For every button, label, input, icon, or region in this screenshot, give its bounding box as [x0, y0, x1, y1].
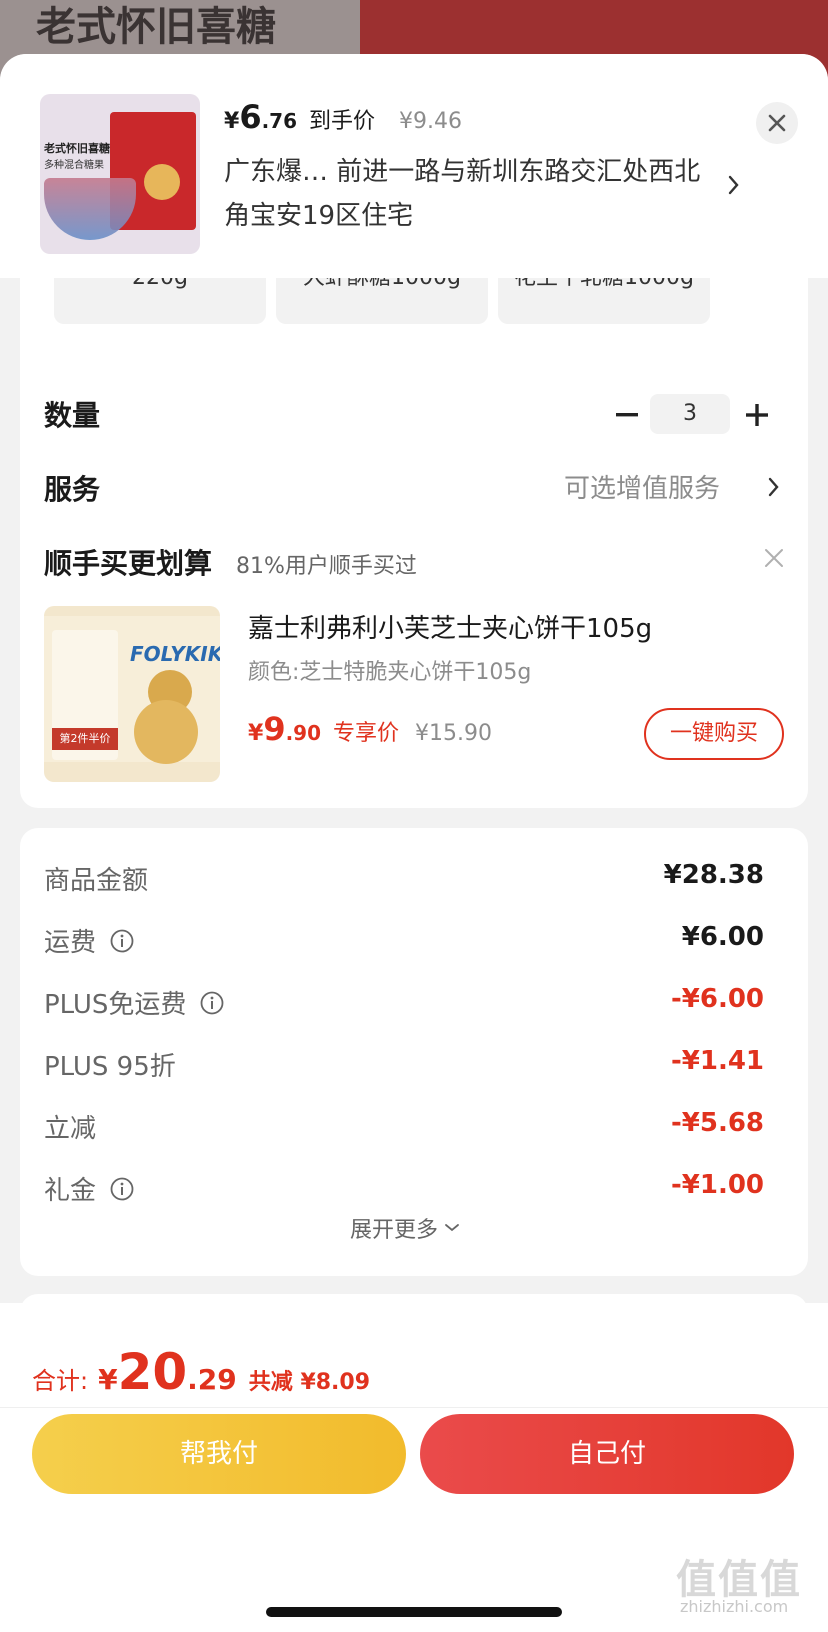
smiley-graphic: [144, 164, 180, 200]
upsell-subtitle: 81%用户顺手买过: [236, 554, 417, 579]
fee-breakdown-card: 商品金额 ¥28.38 运费 ¥6.00 PLUS免运费 -¥6.00 PLUS…: [20, 828, 808, 1276]
price-currency: ¥: [248, 721, 264, 746]
fee-label-text: PLUS免运费: [44, 990, 187, 1020]
total-label: 合计:: [32, 1367, 89, 1395]
minus-icon: [616, 413, 638, 417]
product-thumbnail: 老式怀旧喜糖 多种混合糖果: [40, 94, 200, 254]
fee-label-text: 运费: [44, 928, 97, 958]
price-decimal: .76: [261, 109, 298, 133]
upsell-product-image[interactable]: FOLYKIKI 第2件半价: [44, 606, 220, 782]
price-label: 到手价: [309, 109, 376, 134]
watermark-url: zhizhizhi.com: [680, 1597, 789, 1616]
fee-value: -¥1.41: [670, 1046, 764, 1076]
fee-label-text: 商品金额: [44, 866, 149, 896]
upsell-card: 顺手买更划算 81%用户顺手买过 FOLYKIKI 第2件半价 嘉士利弗利小芙芝…: [20, 512, 808, 808]
chevron-down-icon: [445, 1224, 459, 1232]
original-price: ¥9.46: [399, 109, 463, 134]
upsell-product-spec: 颜色:芝士特脆夹心饼干105g: [248, 660, 532, 685]
fee-label-text: 礼金: [44, 1176, 97, 1206]
quantity-decrement-button[interactable]: [612, 400, 642, 430]
price-integer: 9: [263, 710, 286, 748]
promo-tag: 第2件半价: [52, 728, 118, 750]
sheet-header: 老式怀旧喜糖 多种混合糖果 ¥ 6 .76 到手价 ¥9.46 广东爆… 前进一…: [0, 54, 828, 278]
home-indicator[interactable]: [266, 1607, 562, 1617]
fee-label: PLUS 95折: [44, 1046, 176, 1083]
close-icon: [768, 114, 786, 132]
service-selector[interactable]: 可选增值服务: [564, 468, 720, 505]
fee-row: 运费 ¥6.00: [44, 918, 764, 958]
plus-icon: [746, 404, 768, 426]
info-icon[interactable]: [200, 991, 224, 1015]
pay-myself-button[interactable]: 自己付: [420, 1414, 794, 1494]
fee-value: -¥6.00: [670, 984, 764, 1014]
thumb-subtitle: 多种混合糖果: [44, 160, 104, 171]
fee-row: PLUS 95折 -¥1.41: [44, 1042, 764, 1082]
fee-label: 礼金: [44, 1170, 134, 1207]
delivery-address[interactable]: 广东爆… 前进一路与新圳东路交汇处西北角宝安19区住宅: [224, 150, 704, 238]
price-label: 专享价: [333, 721, 400, 746]
background-title: 老式怀旧喜糖: [36, 4, 276, 50]
fee-value: ¥28.38: [663, 860, 764, 890]
total-currency: ¥: [98, 1363, 118, 1396]
help-me-pay-button[interactable]: 帮我付: [32, 1414, 406, 1494]
expand-more-label: 展开更多: [350, 1218, 439, 1243]
quantity-label: 数量: [44, 399, 101, 432]
fee-label: 运费: [44, 922, 134, 959]
chevron-right-icon[interactable]: [728, 174, 740, 196]
fee-label: 立减: [44, 1108, 96, 1145]
order-total: 合计: ¥ 20 .29 共减 ¥8.09: [32, 1343, 370, 1401]
close-icon[interactable]: [764, 548, 784, 568]
biscuit-graphic: [134, 700, 198, 764]
service-label: 服务: [44, 473, 101, 506]
options-card: 220g 大虾酥糖1000g 花生牛轧糖1000g 数量 3 服务 可选增值服务: [20, 254, 808, 546]
price-currency: ¥: [224, 109, 240, 134]
one-click-buy-button[interactable]: 一键购买: [644, 708, 784, 760]
fee-label-text: 立减: [44, 1114, 97, 1144]
upsell-title: 顺手买更划算: [44, 547, 213, 580]
info-icon[interactable]: [110, 929, 134, 953]
divider: [0, 1407, 828, 1408]
info-icon[interactable]: [110, 1177, 134, 1201]
brand-logo: FOLYKIKI: [130, 642, 220, 666]
fee-label-text: PLUS 95折: [44, 1052, 176, 1082]
final-price: ¥ 6 .76 到手价 ¥9.46: [224, 98, 462, 136]
chevron-right-icon[interactable]: [768, 476, 780, 498]
expand-more-button[interactable]: 展开更多: [350, 1212, 460, 1244]
total-integer: 20: [117, 1343, 188, 1401]
total-decimal: .29: [187, 1363, 237, 1396]
thumb-title: 老式怀旧喜糖: [44, 142, 110, 155]
close-button[interactable]: [756, 102, 798, 144]
fee-label: PLUS免运费: [44, 984, 224, 1021]
fee-label: 商品金额: [44, 860, 148, 897]
price-decimal: .90: [285, 721, 322, 745]
fee-row: PLUS免运费 -¥6.00: [44, 980, 764, 1020]
quantity-increment-button[interactable]: [742, 400, 772, 430]
fee-value: ¥6.00: [681, 922, 764, 952]
price-integer: 6: [239, 98, 262, 136]
total-saved: 共减 ¥8.09: [248, 1370, 371, 1395]
candy-bowl-graphic: [44, 178, 136, 240]
checkout-bottom-bar: 合计: ¥ 20 .29 共减 ¥8.09 帮我付 自己付 值值值 zhizhi…: [0, 1303, 828, 1632]
fee-value: -¥1.00: [670, 1170, 764, 1200]
fee-row: 礼金 -¥1.00: [44, 1166, 764, 1206]
fee-value: -¥5.68: [670, 1108, 764, 1138]
upsell-price: ¥ 9 .90 专享价 ¥15.90: [248, 710, 492, 748]
fee-row: 商品金额 ¥28.38: [44, 856, 764, 896]
quantity-input[interactable]: 3: [650, 394, 730, 434]
upsell-product-name[interactable]: 嘉士利弗利小芙芝士夹心饼干105g: [248, 608, 652, 645]
fee-row: 立减 -¥5.68: [44, 1104, 764, 1144]
original-price: ¥15.90: [415, 721, 493, 746]
